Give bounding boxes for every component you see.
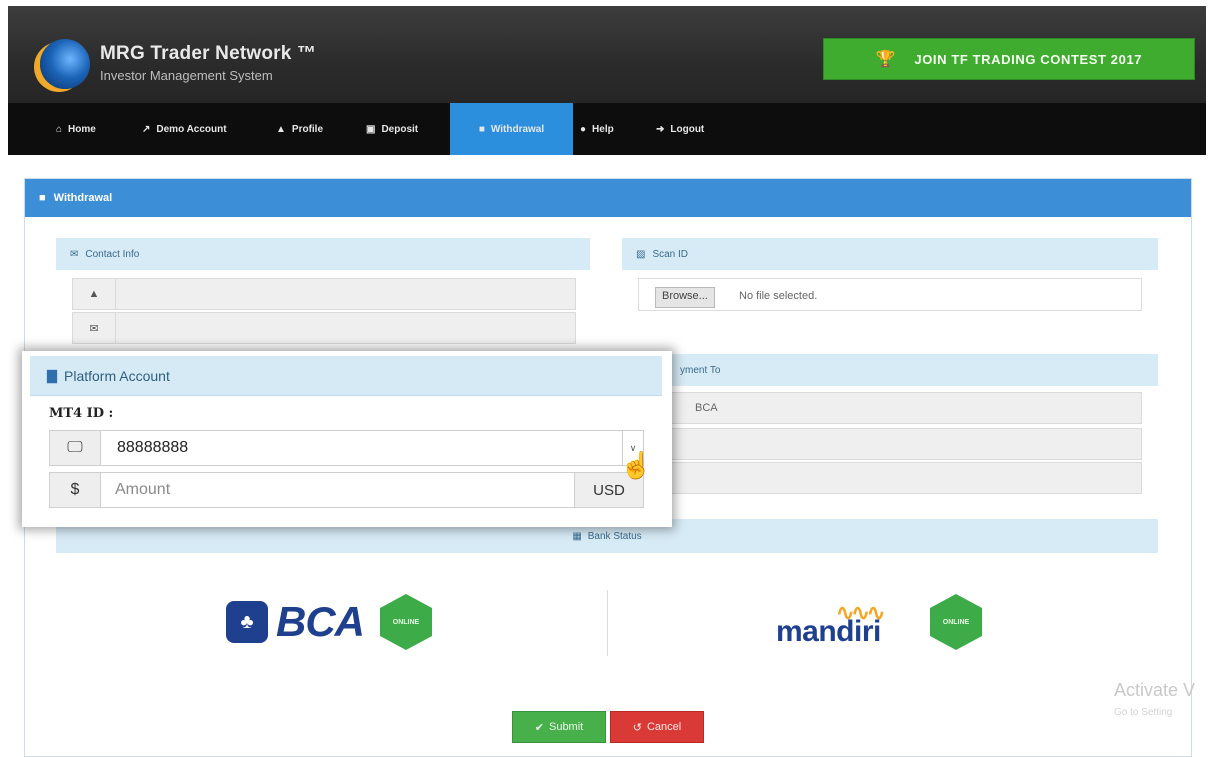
nav-logout[interactable]: ➜ Logout <box>656 103 704 155</box>
top-header: MRG Trader Network ™ Investor Management… <box>8 6 1206 103</box>
nav-demo-account-label: Demo Account <box>156 123 227 135</box>
amount-placeholder: Amount <box>115 481 171 498</box>
bar-chart-icon: ▇ <box>47 367 57 383</box>
nav-home[interactable]: ⌂ Home <box>56 103 96 155</box>
nav-profile[interactable]: ▲ Profile <box>276 103 323 155</box>
nav-home-label: Home <box>68 123 96 135</box>
platform-account-heading: ▇ Platform Account <box>30 356 662 396</box>
platform-account-zoom: ▇ Platform Account MT4 ID : 🖵 88888888 ∨… <box>22 351 672 527</box>
nav-withdrawal[interactable]: ■ Withdrawal <box>450 103 573 155</box>
scan-id-heading: ▨ Scan ID <box>622 238 1158 270</box>
chart-icon: ↗ <box>142 123 151 135</box>
scan-id-file-input[interactable]: Browse... No file selected. <box>638 278 1142 311</box>
platform-account-title: Platform Account <box>64 367 170 384</box>
mandiri-wordmark: mandiri <box>776 615 881 648</box>
nav-help[interactable]: ● Help <box>580 103 614 155</box>
nav-logout-label: Logout <box>670 123 705 135</box>
user-icon: ▲ <box>73 279 116 309</box>
brand-subtitle: Investor Management System <box>100 68 273 83</box>
payment-to-heading: yment To <box>670 354 1158 386</box>
bca-wordmark: BCA <box>276 598 365 645</box>
bca-emblem-icon: ♣ <box>226 601 268 643</box>
contact-info-label: Contact Info <box>85 248 140 260</box>
bank-status-label: Bank Status <box>587 530 642 542</box>
wallet-icon: ■ <box>478 123 485 135</box>
globe-logo-icon <box>40 39 90 89</box>
contact-email-field[interactable]: ✉ <box>72 312 576 344</box>
mt4-id-label: MT4 ID : <box>49 406 114 421</box>
money-icon: ▣ <box>366 123 376 135</box>
monitor-icon: 🖵 <box>50 431 101 465</box>
home-icon: ⌂ <box>56 123 63 135</box>
question-icon: ● <box>580 123 587 135</box>
mt4-id-select[interactable]: 🖵 88888888 ∨ <box>49 430 644 466</box>
account-holder-field[interactable] <box>670 462 1142 494</box>
bank-name-field[interactable]: BCA <box>670 392 1142 424</box>
bca-logo: ♣ BCA <box>226 598 365 646</box>
nav-demo-account[interactable]: ↗ Demo Account <box>142 103 227 155</box>
payment-to-label: yment To <box>680 364 721 376</box>
cancel-label: Cancel <box>646 721 682 733</box>
logout-icon: ➜ <box>656 123 665 135</box>
activate-watermark: Activate V <box>1114 680 1196 700</box>
cancel-button[interactable]: ↺ Cancel <box>610 711 704 743</box>
contact-name-field[interactable]: ▲ <box>72 278 576 310</box>
bank-icon: ▦ <box>572 530 582 542</box>
envelope-icon: ✉ <box>73 313 116 343</box>
check-icon: ✔ <box>534 721 544 734</box>
submit-button[interactable]: ✔ Submit <box>512 711 606 743</box>
nav-deposit-label: Deposit <box>381 123 419 135</box>
hand-cursor-icon: ☝ <box>620 450 653 480</box>
nav-withdrawal-label: Withdrawal <box>490 123 545 135</box>
panel-title: Withdrawal <box>53 192 113 204</box>
join-contest-button[interactable]: 🏆 JOIN TF TRADING CONTEST 2017 <box>823 38 1195 80</box>
join-contest-label: JOIN TF TRADING CONTEST 2017 <box>914 51 1143 67</box>
contact-info-heading: ✉ Contact Info <box>56 238 590 270</box>
no-file-text: No file selected. <box>739 290 818 302</box>
nav-help-label: Help <box>592 123 614 135</box>
envelope-icon: ✉ <box>70 248 79 260</box>
trophy-icon: 🏆 <box>875 51 897 68</box>
amount-field[interactable]: $ Amount USD <box>49 472 644 508</box>
nav-profile-label: Profile <box>291 123 324 135</box>
user-icon: ▲ <box>276 123 286 135</box>
brand-title: MRG Trader Network ™ <box>100 43 317 64</box>
activate-watermark-sub: Go to Setting <box>1114 707 1173 718</box>
wallet-icon: ■ <box>39 192 46 204</box>
image-icon: ▨ <box>636 248 646 260</box>
mt4-id-value: 88888888 <box>117 439 189 456</box>
nav-deposit[interactable]: ▣ Deposit <box>366 103 418 155</box>
account-number-field[interactable] <box>670 428 1142 460</box>
bank-divider <box>607 590 608 656</box>
dollar-icon: $ <box>50 473 101 507</box>
bank-name-value: BCA <box>695 402 718 414</box>
scan-id-label: Scan ID <box>652 248 689 260</box>
panel-heading: ■ Withdrawal <box>25 179 1191 217</box>
submit-label: Submit <box>548 721 584 733</box>
undo-icon: ↺ <box>632 721 642 734</box>
browse-button[interactable]: Browse... <box>655 287 715 308</box>
main-navbar: ⌂ Home ↗ Demo Account ▲ Profile ▣ Deposi… <box>8 103 1206 155</box>
